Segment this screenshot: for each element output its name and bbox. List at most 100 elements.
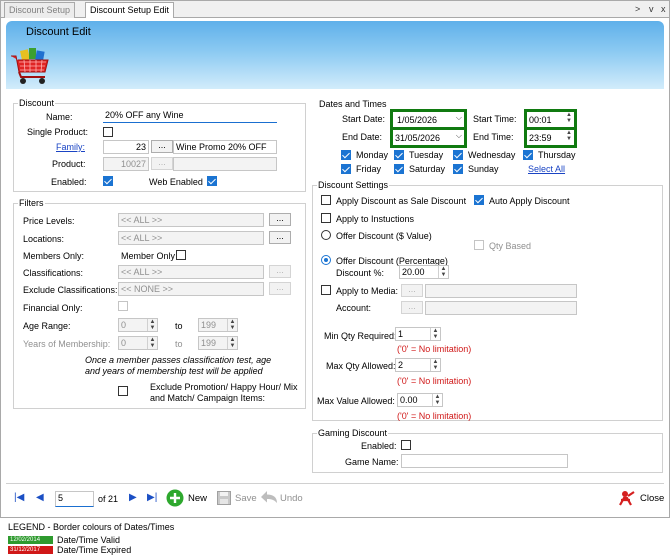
wednesday-checkbox[interactable] [453, 150, 463, 160]
record-number-input[interactable]: 5 [55, 491, 94, 507]
auto-apply-checkbox[interactable] [474, 195, 484, 205]
family-name-field: Wine Promo 20% OFF [173, 140, 277, 154]
save-button[interactable]: Save [217, 489, 257, 507]
discount-pct-input[interactable]: 20.00 ▲ ▼ [399, 265, 449, 279]
age-to-value: 199 [201, 320, 217, 330]
end-time-value: 23:59 [529, 133, 552, 143]
last-record-button[interactable]: ▶| [147, 492, 157, 503]
account-browse-button[interactable]: ... [401, 301, 423, 314]
end-time-label: End Time: [473, 132, 514, 142]
min-qty-label: Min Qty Required: [324, 331, 397, 341]
family-code-input[interactable]: 23 [103, 140, 149, 154]
select-all-link[interactable]: Select All [528, 164, 565, 174]
age-to-input[interactable]: 199 ▲ ▼ [198, 318, 238, 332]
friday-checkbox[interactable] [341, 164, 351, 174]
max-qty-label: Max Qty Allowed: [326, 361, 396, 371]
locations-field: << ALL >> [118, 231, 264, 245]
exclude-classifications-browse-button[interactable]: ... [269, 282, 291, 295]
locations-browse-button[interactable]: ... [269, 231, 291, 244]
max-qty-input[interactable]: 2 ▲ ▼ [395, 358, 441, 372]
financial-only-label: Financial Only: [23, 303, 83, 313]
product-label: Product: [52, 159, 86, 169]
member-only-checkbox[interactable] [176, 250, 186, 260]
discount-pct-spinner[interactable]: ▲ ▼ [438, 266, 448, 278]
first-record-button[interactable]: |◀ [14, 492, 24, 503]
age-from-spinner[interactable]: ▲ ▼ [147, 319, 157, 331]
chevron-down-icon[interactable]: ⌵ [456, 113, 462, 123]
years-to-spinner[interactable]: ▲ ▼ [227, 337, 237, 349]
close-icon [619, 491, 635, 506]
product-code-input[interactable]: 10027 [103, 157, 149, 171]
thursday-checkbox[interactable] [523, 150, 533, 160]
main-window: Discount Setup Discount Setup Edit > v x… [0, 0, 670, 518]
tuesday-checkbox[interactable] [394, 150, 404, 160]
game-name-input[interactable] [401, 454, 568, 468]
years-to-input[interactable]: 199 ▲ ▼ [198, 336, 238, 350]
classifications-browse-button[interactable]: ... [269, 265, 291, 278]
undo-button[interactable]: Undo [259, 489, 305, 507]
discount-pct-value: 20.00 [402, 267, 425, 277]
monday-checkbox[interactable] [341, 150, 351, 160]
max-qty-spinner[interactable]: ▲ ▼ [430, 359, 440, 371]
apply-media-checkbox[interactable] [321, 285, 331, 295]
close-tab-button[interactable]: x [661, 4, 666, 14]
legend-valid-swatch: 12/02/2014 [8, 536, 53, 544]
family-link[interactable]: Family: [56, 142, 85, 152]
start-time-spinner[interactable]: ▲ ▼ [564, 112, 574, 127]
price-levels-field: << ALL >> [118, 213, 264, 227]
age-to-spinner[interactable]: ▲ ▼ [227, 319, 237, 331]
offer-value-radio[interactable] [321, 230, 331, 240]
age-range-label: Age Range: [23, 321, 71, 331]
tuesday-label: Tuesday [409, 150, 444, 160]
family-browse-button[interactable]: ... [151, 140, 173, 153]
new-label: New [188, 493, 208, 504]
tab-discount-setup[interactable]: Discount Setup [4, 2, 76, 18]
classifications-field: << ALL >> [118, 265, 264, 279]
tab-discount-setup-edit[interactable]: Discount Setup Edit [85, 2, 175, 18]
product-browse-button[interactable]: ... [151, 157, 173, 170]
media-browse-button[interactable]: ... [401, 284, 423, 297]
end-time-picker[interactable]: 23:59 ▲ ▼ [524, 127, 577, 148]
years-from-spinner[interactable]: ▲ ▼ [147, 337, 157, 349]
end-date-picker[interactable]: 31/05/2026 ⌵ [390, 127, 467, 148]
apply-sale-checkbox[interactable] [321, 195, 331, 205]
offer-pct-radio[interactable] [321, 255, 331, 265]
min-qty-input[interactable]: 1 ▲ ▼ [395, 327, 441, 341]
enabled-checkbox[interactable] [103, 176, 113, 186]
next-record-button[interactable]: ▶ [129, 492, 137, 503]
gaming-enabled-checkbox[interactable] [401, 440, 411, 450]
prev-record-button[interactable]: ◀ [36, 492, 44, 503]
max-value-input[interactable]: 0.00 ▲ ▼ [397, 393, 443, 407]
age-from-value: 0 [121, 320, 127, 330]
years-membership-label: Years of Membership: [23, 339, 111, 349]
age-to-label: to [175, 321, 183, 331]
max-value-spinner[interactable]: ▲ ▼ [432, 394, 442, 406]
pin-button[interactable]: > [635, 4, 640, 14]
media-field [425, 284, 577, 298]
years-from-value: 0 [121, 338, 127, 348]
minimize-button[interactable]: v [649, 4, 654, 14]
web-enabled-checkbox[interactable] [207, 176, 217, 186]
exclude-classifications-label: Exclude Classifications: [23, 285, 118, 295]
close-button[interactable]: Close [618, 489, 666, 507]
single-product-checkbox[interactable] [103, 127, 113, 137]
apply-instructions-checkbox[interactable] [321, 213, 331, 223]
chevron-down-icon[interactable]: ⌵ [456, 131, 462, 141]
exclude-promo-checkbox[interactable] [118, 386, 128, 396]
name-input[interactable]: 20% OFF any Wine [103, 109, 277, 123]
financial-only-checkbox[interactable] [118, 301, 128, 311]
years-from-input[interactable]: 0 ▲ ▼ [118, 336, 158, 350]
end-time-spinner[interactable]: ▲ ▼ [564, 130, 574, 145]
years-to-label: to [175, 339, 183, 349]
classifications-label: Classifications: [23, 268, 84, 278]
exclude-promo-label: Exclude Promotion/ Happy Hour/ Mix and M… [150, 382, 298, 403]
undo-icon [261, 491, 277, 503]
qty-based-checkbox[interactable] [474, 240, 484, 250]
new-button[interactable]: New [166, 489, 211, 507]
legend-expired-label: Date/Time Expired [57, 545, 132, 555]
min-qty-spinner[interactable]: ▲ ▼ [430, 328, 440, 340]
sunday-checkbox[interactable] [453, 164, 463, 174]
price-levels-browse-button[interactable]: ... [269, 213, 291, 226]
saturday-checkbox[interactable] [394, 164, 404, 174]
age-from-input[interactable]: 0 ▲ ▼ [118, 318, 158, 332]
